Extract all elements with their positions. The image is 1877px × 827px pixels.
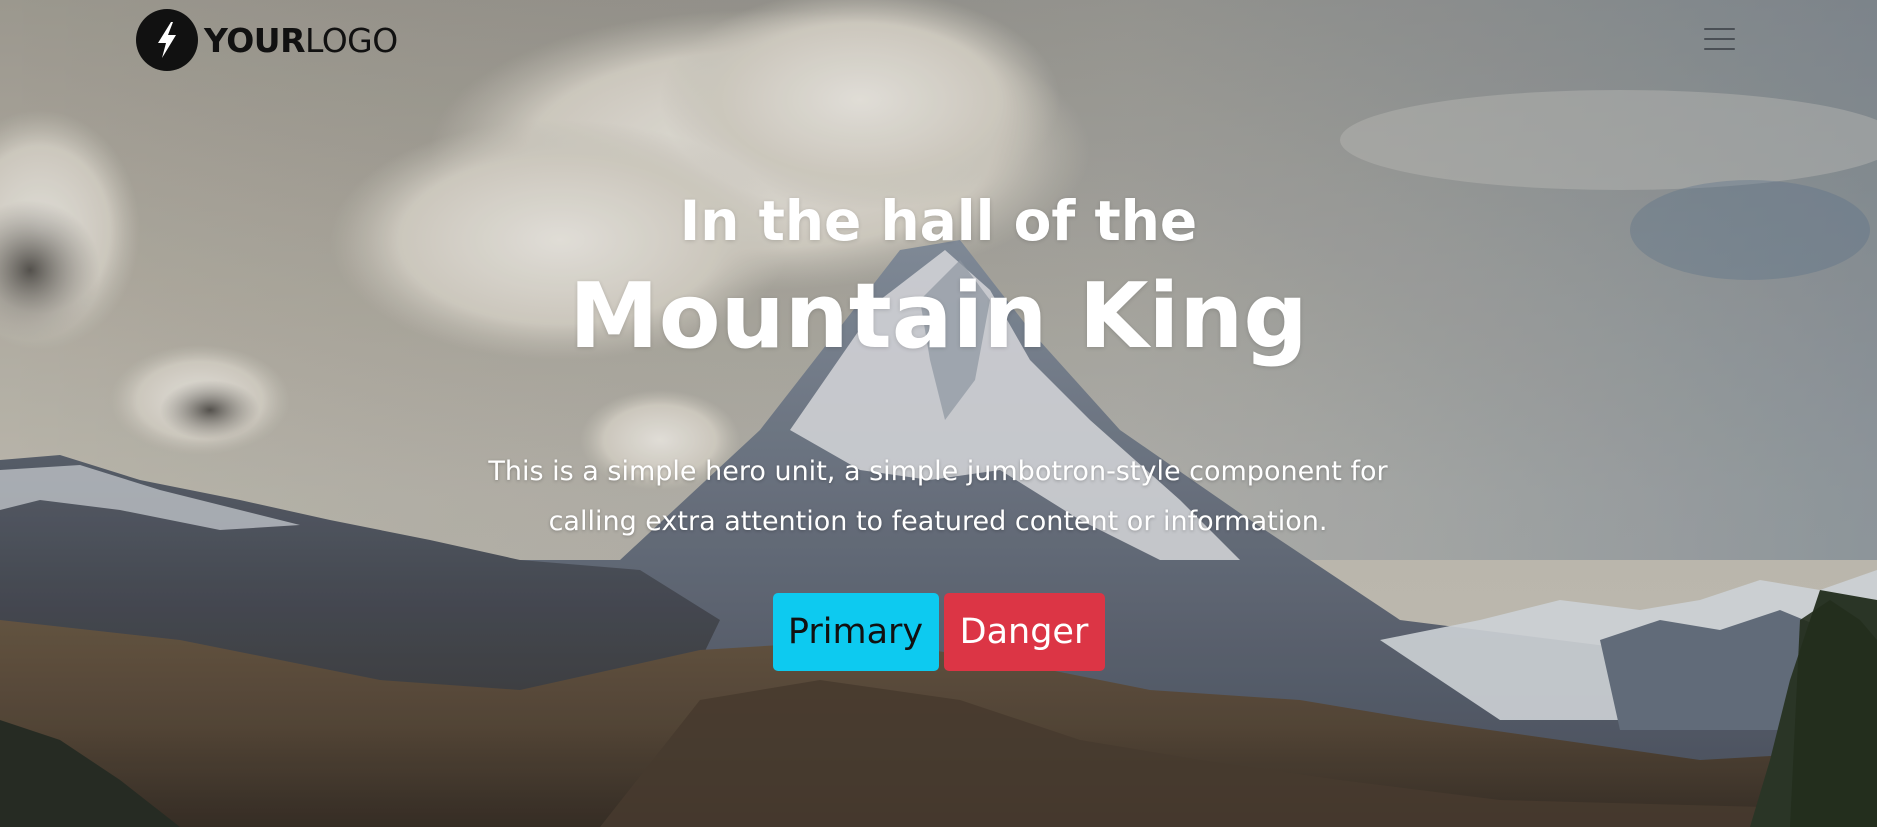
brand-text-light: LOGO: [304, 20, 398, 60]
mountain-background-image: [0, 0, 1877, 827]
hamburger-menu-button[interactable]: [1700, 20, 1738, 58]
danger-button[interactable]: Danger: [943, 593, 1105, 671]
brand-logo-link[interactable]: YOURLOGO: [136, 8, 398, 72]
hero-lead-text: This is a simple hero unit, a simple jum…: [488, 456, 1388, 537]
hero-actions: Primary Danger: [0, 593, 1877, 671]
hero-kicker: In the hall of the: [679, 189, 1198, 253]
primary-button[interactable]: Primary: [772, 593, 939, 671]
lightning-bolt-icon: [136, 9, 198, 71]
brand-text: YOURLOGO: [204, 24, 398, 57]
navbar: YOURLOGO: [0, 0, 1877, 82]
hamburger-menu-icon-bar-top: [1703, 28, 1735, 30]
hamburger-menu-icon-bar-middle: [1703, 38, 1735, 40]
hamburger-menu-icon-bar-bottom: [1703, 48, 1735, 50]
brand-text-strong: YOUR: [204, 20, 305, 60]
hero-headline: Mountain King: [569, 264, 1308, 369]
hero-section: YOURLOGO In the hall of the Mountain Kin…: [0, 0, 1877, 827]
